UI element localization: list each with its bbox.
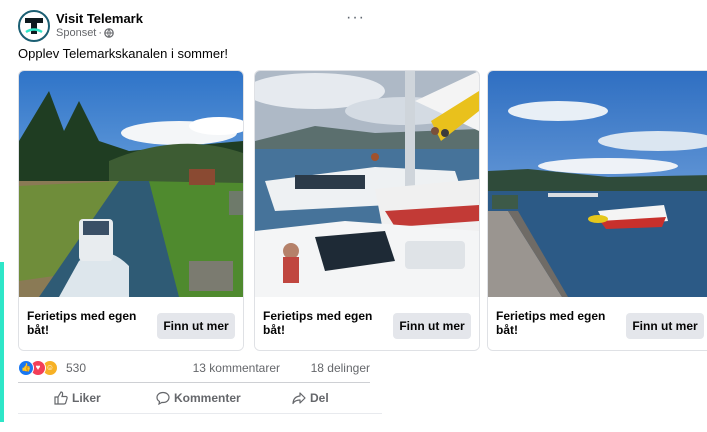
card-title: Ferietips med egen båt!: [27, 309, 137, 337]
card-footer: Ferietips med egen båt! Finn ut mer: [255, 297, 479, 350]
card-footer: Ferietips med egen båt! Finn ut mer: [19, 297, 243, 350]
comment-count[interactable]: 13 kommentarer: [193, 361, 280, 375]
carousel-card-3[interactable]: Ferietips med egen båt! Finn ut mer: [487, 70, 707, 351]
sponsored-text: Sponset: [56, 27, 97, 39]
learn-more-button[interactable]: Finn ut mer: [626, 313, 704, 339]
accent-bar: [0, 262, 4, 422]
engagement-stats: 👍 ♥ ☺ 530 13 kommentarer 18 delinger: [18, 358, 370, 378]
share-label: Del: [310, 391, 329, 405]
page-name[interactable]: Visit Telemark: [56, 11, 143, 26]
reaction-count[interactable]: 530: [66, 361, 86, 375]
learn-more-button[interactable]: Finn ut mer: [393, 313, 471, 339]
page-avatar[interactable]: [18, 10, 50, 42]
comment-icon: [156, 391, 170, 406]
share-button[interactable]: Del: [292, 386, 329, 412]
sponsored-label: Sponset ·: [56, 27, 114, 39]
separator-dot: ·: [98, 27, 103, 39]
thumbs-up-icon: [54, 391, 68, 405]
like-label: Liker: [72, 391, 101, 405]
learn-more-button[interactable]: Finn ut mer: [157, 313, 235, 339]
globe-icon: [104, 28, 114, 38]
lake-pier-speedboat-photo[interactable]: [488, 71, 707, 297]
post-text: Opplev Telemarkskanalen i sommer!: [18, 46, 229, 61]
share-count[interactable]: 18 delinger: [311, 361, 370, 375]
post-bottom-border: [18, 413, 382, 414]
reaction-icons[interactable]: 👍 ♥ ☺: [18, 360, 62, 376]
post-header: Visit Telemark Sponset ·: [18, 10, 378, 42]
divider: [18, 382, 370, 383]
like-button[interactable]: Liker: [54, 386, 101, 412]
carousel-card-2[interactable]: Ferietips med egen båt! Finn ut mer: [254, 70, 480, 351]
card-footer: Ferietips med egen båt! Finn ut mer: [488, 297, 707, 350]
comment-label: Kommenter: [174, 391, 241, 405]
more-options-icon[interactable]: ···: [346, 10, 365, 26]
action-bar: Liker Kommenter Del: [18, 386, 370, 412]
canal-lock-boat-photo[interactable]: [19, 71, 243, 297]
crowded-boats-harbor-photo[interactable]: [255, 71, 479, 297]
ad-carousel: Ferietips med egen båt! Finn ut mer Feri…: [18, 70, 707, 352]
share-arrow-icon: [292, 392, 306, 405]
card-title: Ferietips med egen båt!: [496, 309, 606, 337]
like-reaction-icon: 👍: [18, 360, 34, 376]
carousel-card-1[interactable]: Ferietips med egen båt! Finn ut mer: [18, 70, 244, 351]
visit-telemark-logo-icon: [25, 18, 43, 34]
card-title: Ferietips med egen båt!: [263, 309, 373, 337]
comment-button[interactable]: Kommenter: [156, 386, 241, 412]
